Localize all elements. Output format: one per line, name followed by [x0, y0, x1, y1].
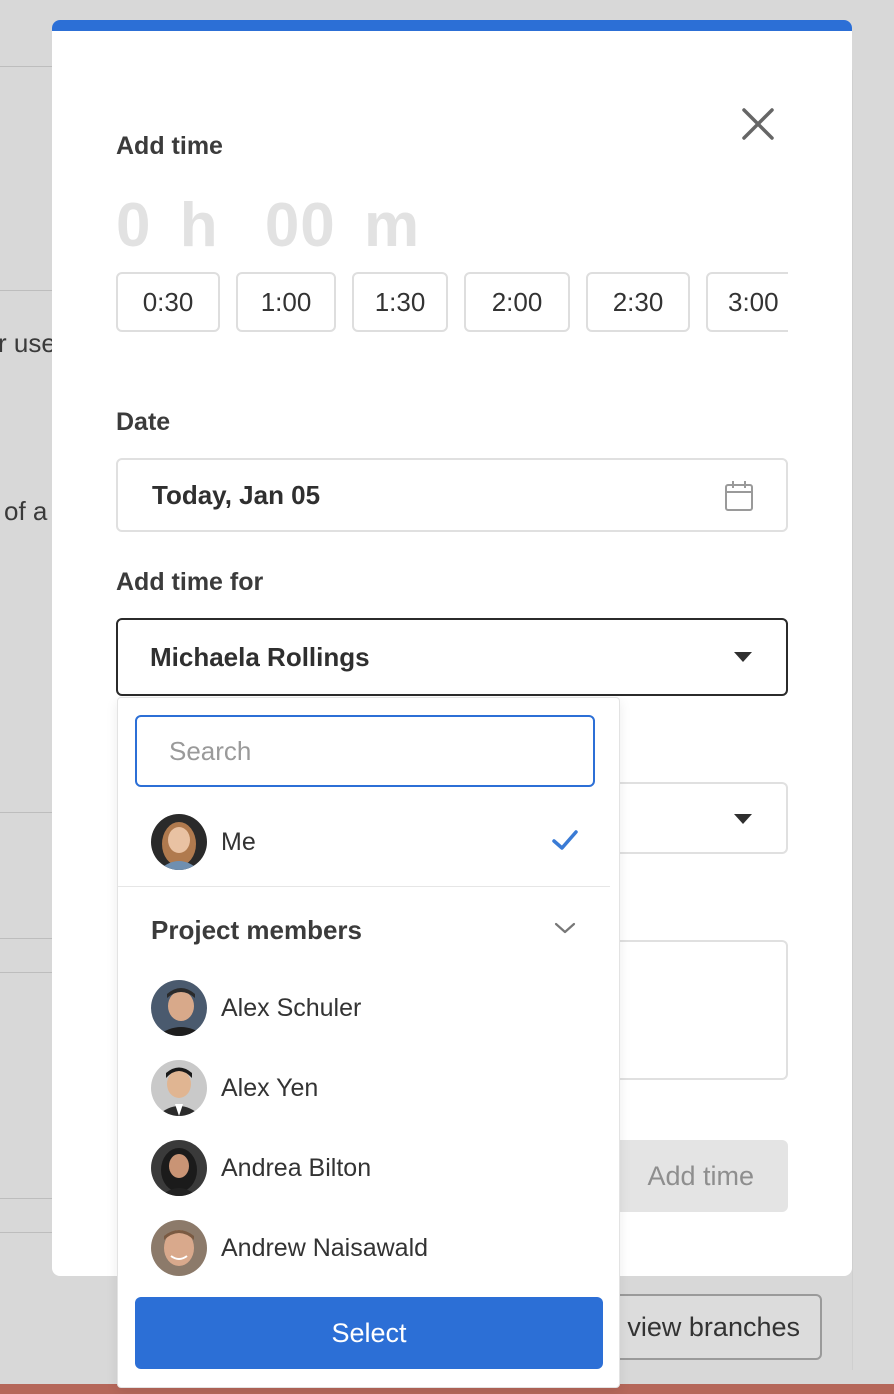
- bg-divider: [0, 1198, 55, 1199]
- member-option[interactable]: Andrea Bilton: [151, 1138, 591, 1198]
- add-time-label: Add time: [116, 132, 223, 160]
- person-dropdown: Me Project members Alex Schuler: [117, 697, 620, 1388]
- bg-divider: [0, 812, 55, 813]
- member-option[interactable]: Andrew Naisawald: [151, 1218, 591, 1278]
- preset-button[interactable]: 2:00: [464, 272, 570, 332]
- member-name: Andrea Bilton: [221, 1153, 372, 1182]
- chevron-down-icon: [554, 922, 576, 934]
- member-name: Alex Yen: [221, 1073, 319, 1102]
- bg-divider: [0, 1232, 55, 1233]
- bg-divider: [0, 66, 55, 67]
- date-picker[interactable]: Today, Jan 05: [116, 458, 788, 532]
- selected-person: Michaela Rollings: [150, 641, 370, 672]
- preset-button[interactable]: 3:00: [706, 272, 788, 332]
- preset-button[interactable]: 2:30: [586, 272, 690, 332]
- avatar: [151, 1220, 207, 1276]
- add-time-for-label: Add time for: [116, 568, 264, 596]
- bg-divider: [0, 290, 55, 291]
- preset-button[interactable]: 0:30: [116, 272, 220, 332]
- member-name: Alex Schuler: [221, 993, 362, 1022]
- member-option[interactable]: Alex Yen: [151, 1058, 591, 1118]
- modal-accent-bar: [52, 20, 852, 31]
- divider: [118, 886, 610, 887]
- duration-display[interactable]: 0 h 00 m: [116, 190, 420, 261]
- preset-button[interactable]: 1:00: [236, 272, 336, 332]
- close-icon: [742, 108, 774, 140]
- avatar: [151, 980, 207, 1036]
- bg-text-fragment: r use: [0, 328, 56, 358]
- search-input[interactable]: [135, 715, 595, 787]
- hours-unit: h: [179, 191, 219, 260]
- preset-buttons: 0:30 1:00 1:30 2:00 2:30 3:00: [116, 272, 788, 332]
- bg-text-fragment: of a: [4, 496, 48, 526]
- hours-value[interactable]: 0: [116, 190, 151, 261]
- me-option[interactable]: Me: [151, 812, 591, 872]
- close-button[interactable]: [736, 102, 780, 146]
- calendar-icon: [725, 481, 753, 511]
- group-title: Project members: [151, 914, 362, 945]
- minutes-unit: m: [364, 191, 421, 260]
- project-members-toggle[interactable]: Project members: [151, 908, 576, 952]
- date-value: Today, Jan 05: [152, 479, 321, 510]
- minutes-value[interactable]: 00: [265, 190, 336, 261]
- caret-down-icon: [734, 814, 752, 824]
- avatar: [151, 1060, 207, 1116]
- avatar: [151, 814, 207, 870]
- avatar: [151, 1140, 207, 1196]
- date-label: Date: [116, 408, 171, 436]
- bg-panel: [852, 70, 894, 1370]
- view-branches-label: view branches: [627, 1311, 800, 1342]
- member-name: Andrew Naisawald: [221, 1233, 429, 1262]
- preset-button[interactable]: 1:30: [352, 272, 448, 332]
- bg-divider: [0, 972, 55, 973]
- add-time-button[interactable]: Add time: [618, 1140, 788, 1212]
- me-label: Me: [221, 827, 256, 856]
- category-select[interactable]: [618, 782, 788, 854]
- member-option[interactable]: Alex Schuler: [151, 978, 591, 1038]
- check-icon: [552, 830, 578, 850]
- notes-field[interactable]: [618, 940, 788, 1080]
- bg-divider: [0, 938, 55, 939]
- caret-down-icon: [734, 652, 752, 662]
- select-button[interactable]: Select: [135, 1297, 603, 1369]
- add-time-button-label: Add time: [647, 1160, 754, 1191]
- person-select[interactable]: Michaela Rollings: [116, 618, 788, 696]
